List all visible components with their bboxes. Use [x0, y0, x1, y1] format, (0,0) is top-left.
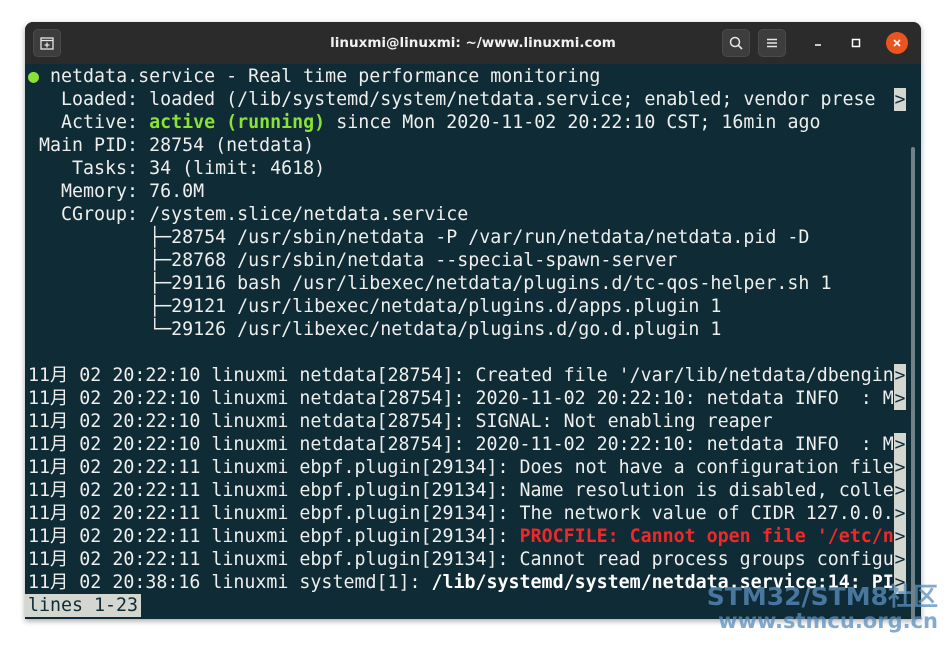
vertical-scrollbar[interactable]: [911, 147, 915, 619]
title-bar[interactable]: linuxmi@linuxmi: ~/www.linuxmi.com: [25, 22, 921, 64]
log-line: 11月 02 20:22:10 linuxmi netdata[28754]: …: [28, 388, 894, 409]
truncation-marker: >: [894, 548, 906, 571]
truncation-marker: >: [894, 364, 906, 387]
active-since: since Mon 2020-11-02 20:22:10 CST; 16min…: [325, 112, 821, 133]
minimize-button[interactable]: [807, 32, 829, 54]
active-label: Active:: [28, 112, 139, 133]
main-pid-label: Main PID:: [28, 135, 139, 156]
menu-button[interactable]: [758, 29, 786, 57]
active-line: Active: active (running) since Mon 2020-…: [28, 111, 820, 134]
hamburger-menu-icon: [767, 38, 777, 48]
log-prefix: 11月 02 20:22:11 linuxmi ebpf.plugin[2913…: [28, 526, 520, 547]
memory-value: 76.0M: [138, 181, 205, 202]
close-icon: [893, 39, 901, 47]
close-button[interactable]: [886, 32, 908, 54]
active-status: active (running): [149, 112, 326, 133]
truncation-marker: >: [894, 525, 906, 548]
log-line: 11月 02 20:22:11 linuxmi ebpf.plugin[2913…: [28, 525, 894, 548]
loaded-value: loaded (/lib/systemd/system/netdata.serv…: [138, 89, 876, 110]
tasks-label: Tasks:: [28, 158, 139, 179]
terminal-window: linuxmi@linuxmi: ~/www.linuxmi.com ● net…: [25, 22, 921, 619]
truncation-marker: >: [894, 502, 906, 525]
log-error-text: PROCFILE: Cannot open file '/etc/n: [519, 526, 894, 547]
cgroup-line: CGroup: /system.slice/netdata.service: [28, 203, 468, 226]
window-title: linuxmi@linuxmi: ~/www.linuxmi.com: [330, 35, 616, 51]
log-prefix: 11月 02 20:38:16 linuxmi systemd[1]:: [28, 572, 432, 593]
truncation-marker: >: [894, 479, 906, 502]
tasks-line: Tasks: 34 (limit: 4618): [28, 157, 325, 180]
log-line: 11月 02 20:22:11 linuxmi ebpf.plugin[2913…: [28, 457, 894, 478]
log-line: 11月 02 20:22:10 linuxmi netdata[28754]: …: [28, 411, 773, 432]
service-header-text: netdata.service - Real time performance …: [50, 66, 601, 87]
watermark-title: STM32/STM8社区: [706, 582, 938, 611]
tasks-value: 34 (limit: 4618): [138, 158, 326, 179]
main-pid-line: Main PID: 28754 (netdata): [28, 134, 314, 157]
cgroup-value: /system.slice/netdata.service: [138, 204, 469, 225]
memory-line: Memory: 76.0M: [28, 180, 204, 203]
service-header-line: ● netdata.service - Real time performanc…: [28, 65, 600, 88]
truncation-marker: >: [894, 456, 906, 479]
truncation-marker: >: [894, 387, 906, 410]
watermark: STM32/STM8社区 www.stmcu.org.cn: [706, 582, 938, 634]
maximize-icon: [851, 38, 861, 48]
terminal-output[interactable]: ● netdata.service - Real time performanc…: [25, 64, 921, 619]
cgroup-tree-line: ├─28754 /usr/sbin/netdata -P /var/run/ne…: [28, 227, 810, 248]
log-line: 11月 02 20:22:11 linuxmi ebpf.plugin[2913…: [28, 503, 894, 524]
cgroup-tree-line: └─29126 /usr/libexec/netdata/plugins.d/g…: [28, 319, 722, 340]
cgroup-tree-line: ├─29121 /usr/libexec/netdata/plugins.d/a…: [28, 296, 722, 317]
search-button[interactable]: [722, 29, 750, 57]
memory-label: Memory:: [28, 181, 139, 202]
minimize-icon: [815, 44, 821, 46]
loaded-label: Loaded:: [28, 89, 139, 110]
loaded-line: Loaded: loaded (/lib/systemd/system/netd…: [28, 88, 875, 111]
watermark-url: www.stmcu.org.cn: [718, 609, 938, 634]
cgroup-tree-line: ├─29116 bash /usr/libexec/netdata/plugin…: [28, 273, 832, 294]
search-icon: [729, 36, 743, 50]
log-line: 11月 02 20:22:11 linuxmi ebpf.plugin[2913…: [28, 549, 894, 570]
log-line: 11月 02 20:22:11 linuxmi ebpf.plugin[2913…: [28, 480, 894, 501]
cgroup-label: CGroup:: [28, 204, 139, 225]
cgroup-tree-line: ├─28768 /usr/sbin/netdata --special-spaw…: [28, 250, 678, 271]
log-line: 11月 02 20:22:10 linuxmi netdata[28754]: …: [28, 434, 894, 455]
status-bullet-icon: ●: [28, 66, 40, 87]
truncation-marker: >: [894, 433, 906, 456]
truncation-marker: >: [894, 88, 906, 111]
pager-status: lines 1-23: [25, 594, 142, 617]
log-line: 11月 02 20:22:10 linuxmi netdata[28754]: …: [28, 365, 894, 386]
maximize-button[interactable]: [845, 32, 867, 54]
main-pid-value: 28754 (netdata): [138, 135, 315, 156]
